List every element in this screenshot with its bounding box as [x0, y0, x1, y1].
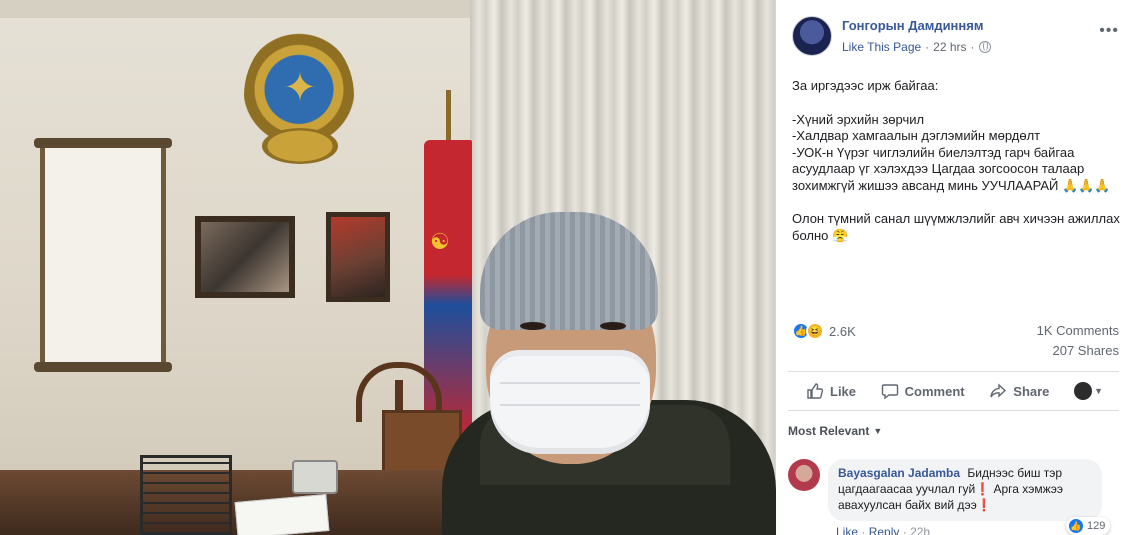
- desk-papers: [234, 494, 330, 535]
- comment-sort-dropdown[interactable]: Most Relevant ▼: [788, 424, 882, 438]
- post-meta: Like This Page · 22 hrs ·: [842, 40, 991, 54]
- meta-separator: ·: [970, 40, 975, 54]
- calligraphy-scroll: [40, 138, 166, 372]
- thumbs-up-icon: [806, 382, 824, 400]
- eye-right: [600, 322, 626, 330]
- post-panel: Гонгорын Дамдинням Like This Page · 22 h…: [776, 0, 1129, 535]
- post-text-line: Олон түмний санал шүүмжлэлийг авч хичээн…: [792, 211, 1120, 243]
- emblem-symbol-icon: ✦: [283, 65, 317, 111]
- like-button[interactable]: Like: [806, 382, 856, 400]
- scroll-rod-top: [34, 138, 172, 148]
- user-avatar: [1074, 382, 1093, 400]
- comment-reaction-count: 129: [1087, 520, 1106, 532]
- mask-fold: [500, 382, 640, 384]
- caret-down-icon: ▼: [873, 426, 883, 436]
- comment-time[interactable]: 22h: [910, 525, 930, 535]
- comments-count[interactable]: 1K Comments: [1037, 323, 1119, 338]
- share-button[interactable]: Share: [989, 382, 1049, 400]
- state-emblem-base: [262, 128, 338, 164]
- commenter-avatar[interactable]: [788, 459, 820, 491]
- divider: [788, 410, 1119, 411]
- post-text-line: За иргэдээс ирж байгаа:: [792, 78, 939, 93]
- eye-left: [520, 322, 546, 330]
- desk-phone: [292, 460, 338, 494]
- like-page-link[interactable]: Like This Page: [842, 40, 921, 54]
- comment-reactions[interactable]: 👍 129: [1066, 517, 1111, 535]
- comment-sort-label: Most Relevant: [788, 424, 870, 438]
- framed-photo-left: [195, 216, 295, 298]
- post-text: За иргэдээс ирж байгаа: -Хүний эрхийн зө…: [792, 78, 1122, 244]
- framed-photo-right: [326, 212, 390, 302]
- comment-actions: Like · Reply · 22h: [836, 525, 930, 535]
- post-header: Гонгорын Дамдинням Like This Page · 22 h…: [792, 16, 1119, 60]
- scroll-rod-bottom: [34, 362, 172, 372]
- post-photo[interactable]: ✦ ☯: [0, 0, 776, 535]
- meta-separator: ·: [925, 40, 930, 54]
- commenter-name[interactable]: Bayasgalan Jadamba: [838, 466, 960, 480]
- like-label: Like: [830, 383, 857, 399]
- more-options-icon[interactable]: •••: [1099, 22, 1119, 40]
- ceiling: [0, 0, 500, 18]
- document-tray: [140, 455, 232, 535]
- face-mask: [490, 350, 650, 454]
- like-icon: 👍: [1068, 518, 1084, 534]
- post-text-line: -Хүний эрхийн зөрчил: [792, 111, 925, 127]
- post-timestamp[interactable]: 22 hrs: [933, 40, 966, 54]
- share-icon: [989, 382, 1007, 400]
- comment-button[interactable]: Comment: [881, 382, 965, 400]
- comment-like-link[interactable]: Like: [836, 525, 858, 535]
- divider: [788, 371, 1119, 372]
- reactions-summary[interactable]: 👍 😆 2.6K: [792, 322, 856, 340]
- soyombo-icon: ☯: [430, 230, 450, 255]
- comment-bubble: Bayasgalan Jadamba Биднээс биш тэр цагда…: [828, 459, 1102, 521]
- author-avatar[interactable]: [792, 16, 832, 56]
- post-text-line: -Халдвар хамгаалын дэглэмийн мөрдөлт: [792, 128, 1041, 143]
- shares-count[interactable]: 207 Shares: [1053, 343, 1120, 358]
- comment-reply-link[interactable]: Reply: [869, 525, 900, 535]
- share-label: Share: [1013, 383, 1050, 399]
- react-as-selector[interactable]: ▼: [1074, 382, 1103, 400]
- post-actions: Like Comment Share ▼: [788, 374, 1119, 408]
- post-text-line: -УОК-н Үүрэг чиглэлийн биелэлтэд гарч ба…: [792, 144, 1111, 193]
- post-stats: 👍 😆 2.6K 1K Comments 207 Shares: [792, 320, 1119, 360]
- comment-icon: [881, 382, 899, 400]
- mask-fold: [500, 404, 640, 406]
- comment-label: Comment: [904, 383, 965, 399]
- globe-icon: [978, 41, 991, 53]
- reaction-count: 2.6K: [829, 323, 856, 339]
- author-name[interactable]: Гонгорын Дамдинням: [842, 18, 983, 33]
- caret-down-icon: ▼: [1094, 386, 1103, 396]
- haha-icon: 😆: [806, 322, 824, 340]
